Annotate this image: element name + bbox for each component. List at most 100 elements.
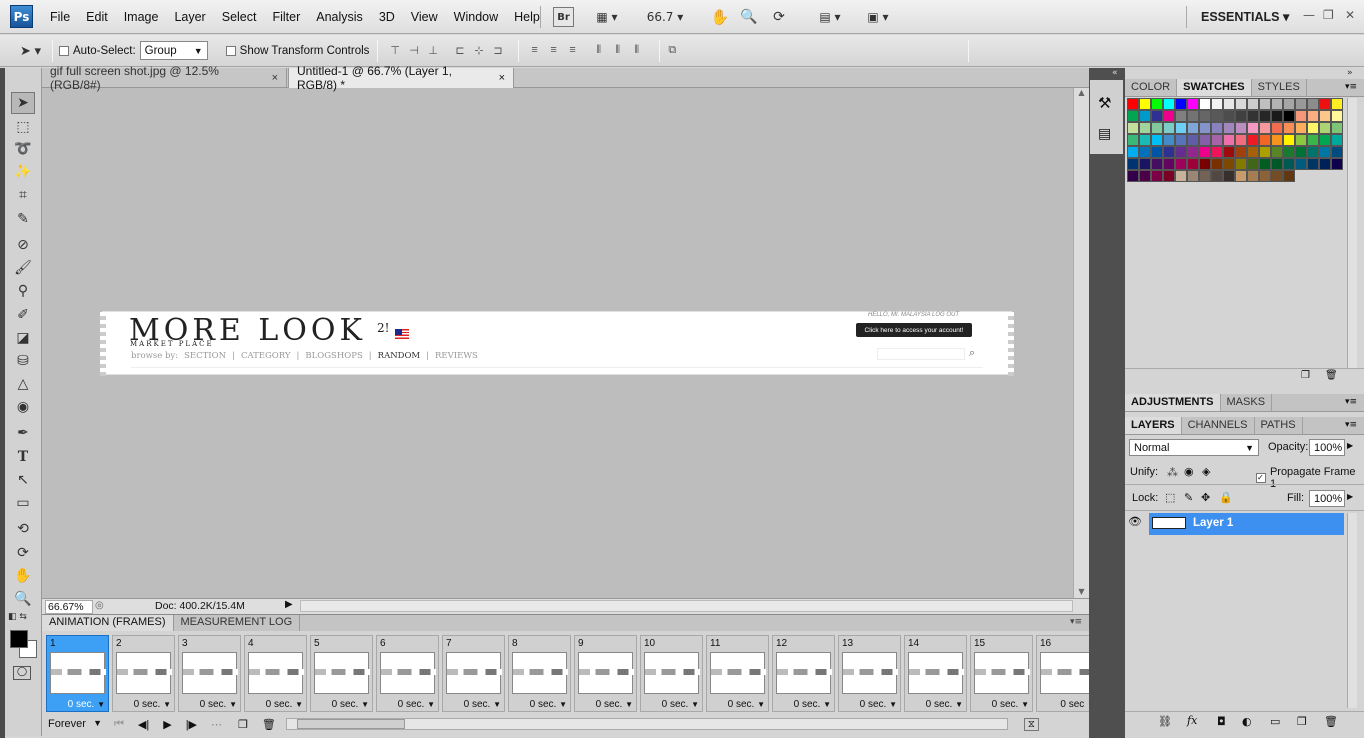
color-swatch[interactable]	[1307, 98, 1319, 110]
color-swatch[interactable]	[1259, 110, 1271, 122]
unify-style-icon[interactable]: ◈	[1202, 465, 1210, 478]
color-swatch[interactable]	[1127, 158, 1139, 170]
collapse-panels-icon[interactable]: »	[1347, 68, 1353, 78]
layer-style-icon[interactable]: fx	[1187, 714, 1197, 727]
color-swatch[interactable]	[1139, 98, 1151, 110]
color-swatch[interactable]	[1187, 158, 1199, 170]
color-swatch[interactable]	[1307, 122, 1319, 134]
color-swatch[interactable]	[1163, 170, 1175, 182]
menu-help[interactable]: Help	[506, 10, 548, 24]
color-swatch[interactable]	[1163, 110, 1175, 122]
color-swatch[interactable]	[1199, 170, 1211, 182]
move-tool-preset-icon[interactable]: ➤ ▾	[0, 43, 52, 59]
color-swatch[interactable]	[1163, 146, 1175, 158]
color-swatch[interactable]	[1271, 158, 1283, 170]
swatches-scrollbar[interactable]	[1347, 98, 1357, 368]
align-right-icon[interactable]: ⊐	[493, 44, 508, 58]
align-bottom-icon[interactable]: ⊥	[428, 44, 443, 58]
status-menu-arrow-icon[interactable]: ▶	[285, 599, 293, 610]
color-swatch[interactable]	[1199, 98, 1211, 110]
color-swatch[interactable]	[1259, 158, 1271, 170]
color-swatch[interactable]	[1331, 158, 1343, 170]
color-swatch[interactable]	[1271, 110, 1283, 122]
crop-tool-icon[interactable]: ⌗	[11, 184, 35, 206]
frame-delay-dropdown[interactable]: 0 sec. ▼	[398, 699, 435, 710]
quick-mask-icon[interactable]: ◯	[13, 666, 31, 680]
color-swatch[interactable]	[1139, 170, 1151, 182]
color-swatch[interactable]	[1151, 158, 1163, 170]
duplicate-frame-icon[interactable]: ❐	[238, 718, 248, 731]
lock-all-icon[interactable]: 🔒	[1219, 491, 1233, 504]
align-hcenter-icon[interactable]: ⊹	[474, 44, 489, 58]
frame-delay-dropdown[interactable]: 0 sec. ▼	[530, 699, 567, 710]
color-swatch[interactable]	[1235, 170, 1247, 182]
color-swatch[interactable]	[1199, 146, 1211, 158]
color-swatch[interactable]	[1235, 122, 1247, 134]
frame-delay-dropdown[interactable]: 0 sec. ▼	[794, 699, 831, 710]
eyedropper-tool-icon[interactable]: ✎	[11, 208, 35, 230]
color-swatch[interactable]	[1259, 98, 1271, 110]
color-swatch[interactable]	[1151, 146, 1163, 158]
distribute-top-icon[interactable]: ≡	[531, 44, 546, 58]
tab-adjustments[interactable]: ADJUSTMENTS	[1125, 394, 1221, 411]
color-swatch[interactable]	[1247, 134, 1259, 146]
color-swatch[interactable]	[1319, 110, 1331, 122]
magic-wand-tool-icon[interactable]: ✨	[11, 161, 35, 183]
status-zoom[interactable]: 66.67%	[45, 600, 93, 614]
color-swatch[interactable]	[1247, 170, 1259, 182]
color-swatch[interactable]	[1127, 122, 1139, 134]
animation-frame[interactable]: 15 0 sec. ▼	[970, 635, 1033, 712]
frame-delay-dropdown[interactable]: 0 sec. ▼	[596, 699, 633, 710]
color-swatch[interactable]	[1331, 134, 1343, 146]
color-swatch[interactable]	[1127, 134, 1139, 146]
animation-frame[interactable]: 8 0 sec. ▼	[508, 635, 571, 712]
color-swatch[interactable]	[1319, 122, 1331, 134]
color-swatch[interactable]	[1211, 98, 1223, 110]
color-swatch[interactable]	[1211, 158, 1223, 170]
zoom-icon[interactable]: 🔍	[739, 7, 759, 27]
color-swatch[interactable]	[1271, 122, 1283, 134]
menu-analysis[interactable]: Analysis	[308, 10, 371, 24]
color-swatch[interactable]	[1247, 98, 1259, 110]
nav-random[interactable]: RANDOM	[378, 351, 420, 361]
color-swatch[interactable]	[1175, 134, 1187, 146]
tab-measurement-log[interactable]: MEASUREMENT LOG	[174, 615, 301, 631]
tab-masks[interactable]: MASKS	[1221, 394, 1273, 411]
tab-color[interactable]: COLOR	[1125, 79, 1178, 96]
opacity-slider-icon[interactable]: ▶	[1347, 441, 1353, 450]
hand-tool-icon[interactable]: ✋	[710, 7, 730, 27]
color-swatch[interactable]	[1319, 98, 1331, 110]
distribute-left-icon[interactable]: ⫴	[596, 44, 611, 58]
color-swatch[interactable]	[1319, 158, 1331, 170]
color-swatch[interactable]	[1295, 134, 1307, 146]
layer-mask-icon[interactable]: ◘	[1217, 715, 1226, 728]
color-swatch[interactable]	[1295, 98, 1307, 110]
color-swatch[interactable]	[1211, 134, 1223, 146]
color-swatch[interactable]	[1163, 158, 1175, 170]
lock-position-icon[interactable]: ✥	[1201, 491, 1210, 504]
auto-select-dropdown[interactable]: Group ▼	[139, 41, 208, 60]
fill-slider-icon[interactable]: ▶	[1347, 492, 1353, 501]
scroll-up-icon[interactable]: ▲	[1074, 88, 1089, 97]
color-swatch[interactable]	[1139, 122, 1151, 134]
color-swatch[interactable]	[1283, 170, 1295, 182]
animation-frame[interactable]: 10 0 sec. ▼	[640, 635, 703, 712]
frames-scroll-thumb[interactable]	[296, 719, 405, 729]
align-top-icon[interactable]: ⊤	[390, 44, 405, 58]
3d-orbit-tool-icon[interactable]: ⟳	[11, 542, 35, 564]
frame-delay-dropdown[interactable]: 0 sec. ▼	[200, 699, 237, 710]
color-swatch[interactable]	[1151, 98, 1163, 110]
nav-reviews[interactable]: REVIEWS	[435, 351, 478, 361]
tab-animation-frames[interactable]: ANIMATION (FRAMES)	[42, 615, 174, 631]
close-icon[interactable]: ✕	[1345, 8, 1355, 22]
loop-dropdown[interactable]: Forever ▼	[48, 718, 102, 730]
pen-tool-icon[interactable]: ✒	[11, 422, 35, 444]
type-tool-icon[interactable]: T	[11, 446, 35, 468]
color-swatch[interactable]	[1295, 122, 1307, 134]
animation-frame[interactable]: 13 0 sec. ▼	[838, 635, 901, 712]
color-swatch[interactable]	[1199, 134, 1211, 146]
menu-edit[interactable]: Edit	[78, 10, 116, 24]
color-swatch[interactable]	[1187, 170, 1199, 182]
color-swatch[interactable]	[1175, 170, 1187, 182]
color-swatch[interactable]	[1331, 122, 1343, 134]
